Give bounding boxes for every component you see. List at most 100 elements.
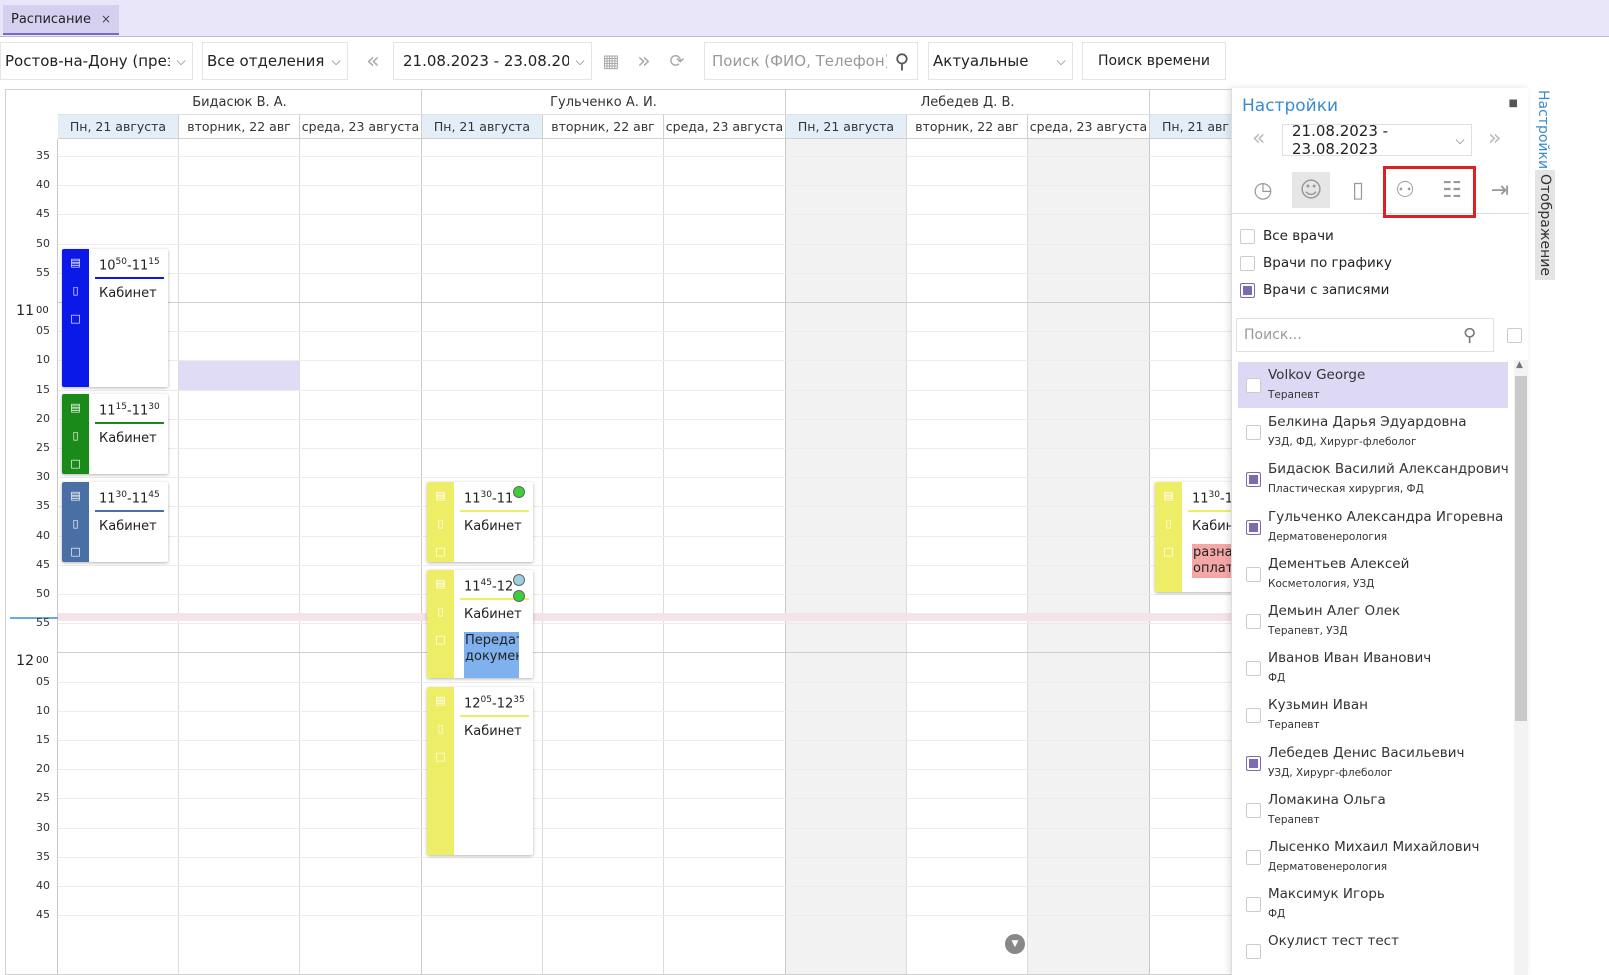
patient-card-icon[interactable]: ▤ — [433, 578, 448, 590]
comment-icon[interactable]: □ — [433, 546, 448, 558]
scrollbar-thumb[interactable] — [1515, 376, 1527, 721]
doctor-list-item[interactable]: Гульченко Александра Игоревна Дерматовене… — [1238, 504, 1508, 550]
pin-icon[interactable]: ■ — [1509, 98, 1518, 109]
tab-settings[interactable]: Настройки — [1535, 90, 1551, 169]
calendar-icon[interactable]: ▦ — [597, 42, 625, 80]
door-icon[interactable]: ▯ — [433, 723, 448, 735]
date-range-select[interactable]: 21.08.2023 - 23.08.2023 ⌵ — [393, 42, 592, 80]
schedule-clock-icon[interactable]: ◷ — [1244, 172, 1282, 208]
patient-card-icon[interactable]: ▤ — [433, 695, 448, 707]
doctor-list-item[interactable]: Кузьмин Иван Терапевт — [1238, 692, 1508, 738]
checkbox[interactable] — [1240, 255, 1255, 271]
doctor-list-item[interactable]: Дементьев Алексей Косметология, УЗД — [1238, 551, 1508, 597]
doctor-list-item[interactable]: Белкина Дарья Эдуардовна УЗД, ФД, Хирург-… — [1238, 409, 1508, 455]
patient-card-icon[interactable]: ▤ — [433, 490, 448, 502]
doctor-list-item[interactable]: Ломакина Ольга Терапевт — [1238, 787, 1508, 833]
checkbox[interactable] — [1246, 802, 1261, 818]
comment-icon[interactable]: □ — [433, 751, 448, 763]
filter-doctors-with-records[interactable]: Врачи с записями — [1240, 282, 1389, 298]
comment-icon[interactable]: □ — [1161, 546, 1176, 558]
checkbox[interactable] — [1246, 566, 1261, 582]
checkbox[interactable] — [1246, 378, 1261, 393]
selected-cell[interactable] — [179, 361, 299, 390]
refresh-icon[interactable]: ⟳ — [662, 42, 692, 80]
checkbox[interactable] — [1246, 614, 1261, 629]
appointment-room: Кабинет — [99, 519, 157, 534]
doctor-list-item[interactable]: Бидасюк Василий Александрович Пластическа… — [1238, 456, 1509, 502]
day-column[interactable] — [664, 139, 786, 974]
select-all-checkbox[interactable] — [1507, 328, 1522, 343]
door-icon[interactable]: ▯ — [433, 518, 448, 530]
checkbox[interactable] — [1240, 228, 1255, 244]
door-icon[interactable]: ▯ — [1161, 518, 1176, 530]
day-column[interactable] — [179, 139, 300, 974]
day-column[interactable] — [907, 139, 1028, 974]
search-icon[interactable]: ⚲ — [1463, 325, 1493, 346]
door-icon[interactable]: ▯ — [1339, 172, 1377, 208]
search-icon[interactable]: ⚲ — [887, 49, 917, 73]
checkbox[interactable] — [1246, 944, 1261, 960]
doctor-icon[interactable]: ☺ — [1292, 172, 1330, 208]
checkbox[interactable] — [1246, 519, 1261, 535]
prev-period-icon[interactable]: « — [357, 42, 389, 80]
appointment-card[interactable]: ▤ ▯ □ 1205-1235 Кабинет — [427, 687, 533, 855]
status-select[interactable]: Актуальные ⌵ — [928, 42, 1073, 80]
appointment-card[interactable]: ▤ ▯ □ 1130-114 Кабинет — [427, 482, 533, 562]
appointment-card[interactable]: ▤ ▯ □ 1050-1115 Кабинет — [62, 249, 168, 387]
checkbox[interactable] — [1246, 850, 1261, 865]
comment-icon[interactable]: □ — [68, 313, 83, 325]
comment-icon[interactable]: □ — [68, 546, 83, 558]
day-column[interactable] — [300, 139, 422, 974]
city-select[interactable]: Ростов-на-Дону (презе ⌵ — [0, 42, 193, 80]
doctor-list-item[interactable]: Лебедев Денис Васильевич УЗД, Хирург-флеб… — [1238, 740, 1508, 786]
day-column[interactable] — [786, 139, 907, 974]
next-period-icon[interactable]: » — [628, 42, 660, 80]
appointment-card[interactable]: ▤ ▯ □ 1115-1130 Кабинет — [62, 394, 168, 474]
close-icon[interactable]: × — [101, 12, 111, 26]
doctor-list-item[interactable]: Окулист тест тест — [1238, 928, 1508, 974]
day-column[interactable] — [543, 139, 664, 974]
patient-card-icon[interactable]: ▤ — [68, 490, 83, 502]
appointment-card[interactable]: ▤ ▯ □ 1130-1 Кабин разная оплата — [1155, 482, 1239, 592]
scroll-down-icon[interactable]: ▼ — [1005, 934, 1025, 954]
doctor-list-item[interactable]: Демьин Алег Олек Терапевт, УЗД — [1238, 598, 1508, 644]
tab-display[interactable]: Отображение — [1535, 170, 1555, 280]
prev-period-icon[interactable]: « — [1252, 126, 1265, 151]
filter-scheduled-doctors[interactable]: Врачи по графику — [1240, 255, 1392, 271]
door-icon[interactable]: ▯ — [433, 606, 448, 618]
appointment-card[interactable]: ▤ ▯ □ 1130-1145 Кабинет — [62, 482, 168, 562]
day-column[interactable] — [1028, 139, 1150, 974]
patient-card-icon[interactable]: ▤ — [1161, 490, 1176, 502]
door-icon[interactable]: ▯ — [68, 430, 83, 442]
comment-icon[interactable]: □ — [433, 634, 448, 646]
scrollbar[interactable]: ▲ — [1514, 360, 1528, 975]
date-range-select[interactable]: 21.08.2023 - 23.08.2023 ⌵ — [1282, 122, 1472, 158]
comment-icon[interactable]: □ — [68, 458, 83, 470]
department-select[interactable]: Все отделения ⌵ — [202, 42, 348, 80]
find-time-button[interactable]: Поиск времени — [1082, 42, 1226, 80]
export-calendar-icon[interactable]: ⇥ — [1481, 172, 1519, 208]
patient-card-icon[interactable]: ▤ — [68, 402, 83, 414]
doctor-list-item[interactable]: Volkov George Терапевт — [1238, 362, 1508, 408]
checkbox[interactable] — [1246, 661, 1261, 677]
checkbox[interactable] — [1246, 897, 1261, 913]
doctor-list-item[interactable]: Лысенко Михаил Михайлович Дерматовенероло… — [1238, 834, 1508, 880]
checkbox[interactable] — [1240, 282, 1255, 298]
filter-all-doctors[interactable]: Все врачи — [1240, 228, 1334, 244]
doctor-list-item[interactable]: Максимук Игорь ФД — [1238, 881, 1508, 927]
minute-label: 20 — [36, 412, 50, 425]
checkbox[interactable] — [1246, 755, 1261, 771]
patient-card-icon[interactable]: ▤ — [68, 257, 83, 269]
search-input[interactable]: Поиск (ФИО, Телефон) ⚲ — [704, 42, 918, 80]
tab-schedule[interactable]: Расписание × — [3, 5, 120, 35]
door-icon[interactable]: ▯ — [68, 285, 83, 297]
checkbox[interactable] — [1246, 472, 1261, 488]
doctor-search-input[interactable]: Поиск... ⚲ — [1236, 318, 1494, 352]
appointment-card[interactable]: ▤ ▯ □ 1145-120 Кабинет Передать документ — [427, 570, 533, 678]
door-icon[interactable]: ▯ — [68, 518, 83, 530]
checkbox[interactable] — [1246, 708, 1261, 724]
checkbox[interactable] — [1246, 425, 1261, 441]
doctor-list-item[interactable]: Иванов Иван Иванович ФД — [1238, 645, 1508, 691]
next-period-icon[interactable]: » — [1488, 126, 1501, 151]
scroll-up-icon[interactable]: ▲ — [1516, 360, 1523, 370]
